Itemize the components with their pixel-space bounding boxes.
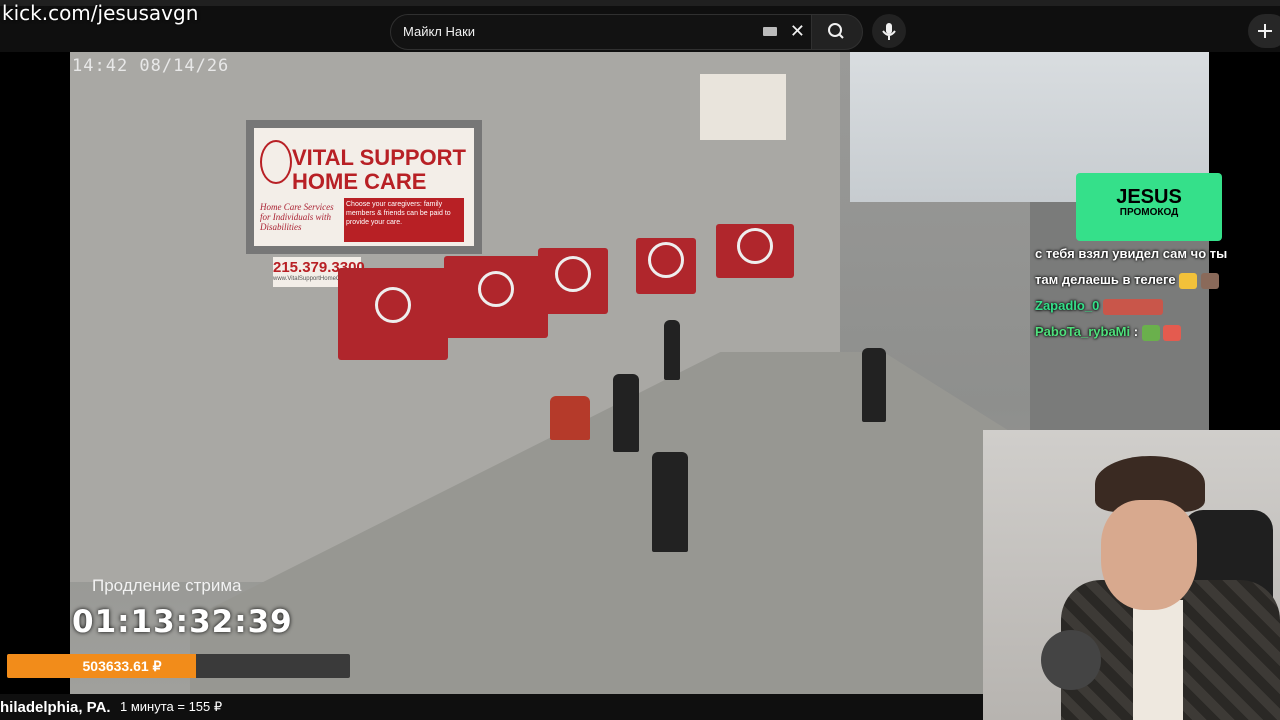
webcam-overlay (983, 430, 1280, 720)
donation-amount: 503633.61 ₽ (82, 658, 162, 674)
chat-text: с тебя взял увидел сам чо ты (1035, 246, 1228, 261)
chat-message: с тебя взял увидел сам чо ты (1035, 244, 1227, 264)
emote-icon (1141, 324, 1160, 341)
microphone-icon (882, 23, 896, 40)
chat-text: : (1133, 324, 1139, 339)
create-button[interactable] (1248, 14, 1280, 48)
promo-badge: JESUS ПРОМОКОД (1076, 173, 1222, 241)
emote-icon (1179, 272, 1198, 289)
house-logo-icon (260, 140, 292, 184)
awning (716, 224, 794, 278)
chat-username: PaboTa_rybaMi (1035, 324, 1131, 339)
sign-note: Choose your caregivers: family members &… (344, 198, 464, 242)
url-overlay: kick.com/jesusavgn (2, 1, 199, 25)
search-input[interactable]: Майкл Наки (403, 24, 475, 39)
chat-username: Zapadlo_0 (1035, 298, 1100, 313)
chat-message: там делаешь в телеге (1035, 270, 1219, 290)
microphone (1041, 630, 1101, 690)
promo-title: JESUS (1116, 186, 1182, 208)
voice-search-button[interactable] (872, 14, 906, 48)
promo-subtitle: ПРОМОКОД (1119, 207, 1179, 218)
search-button[interactable] (811, 14, 863, 50)
chat-message: Zapadlo_0 (1035, 296, 1215, 316)
pedestrian (862, 348, 886, 422)
awning (636, 238, 696, 294)
pedestrian (613, 374, 639, 452)
awning (444, 256, 548, 338)
create-icon (1258, 24, 1272, 38)
donation-progress-bar: 503633.61 ₽ (7, 654, 350, 678)
emote-icon (1163, 324, 1182, 341)
emote-icon (1200, 272, 1219, 289)
chat-overlay: с тебя взял увидел сам чо ты там делаешь… (1035, 244, 1227, 348)
pedestrian (550, 396, 590, 440)
awning (538, 248, 608, 314)
awning (338, 268, 448, 360)
streamer-shirt (1133, 600, 1183, 720)
pedestrian (664, 320, 680, 380)
pedestrian (652, 452, 688, 552)
clear-icon[interactable]: ✕ (790, 21, 805, 42)
keyboard-icon[interactable] (763, 27, 777, 36)
camera-timestamp: 14:42 08/14/26 (72, 56, 230, 76)
chat-message: PaboTa_rybaMi : (1035, 322, 1215, 342)
sign-tagline: Home Care Services for Individuals with … (260, 202, 334, 232)
rate-label: 1 минута = 155 ₽ (120, 699, 223, 714)
emote-icon (1102, 298, 1163, 315)
search-box[interactable]: Майкл Наки ✕ (390, 14, 812, 50)
chat-text: там делаешь в телеге (1035, 272, 1176, 287)
vital-support-sign: VITAL SUPPORT HOME CARE Home Care Servic… (246, 120, 482, 254)
shop-sign (700, 74, 786, 140)
extension-label: Продление стрима (92, 576, 242, 595)
sign-title: VITAL SUPPORT HOME CARE (292, 145, 466, 194)
location-label: hiladelphia, PA. (0, 699, 111, 716)
streamer-face (1101, 500, 1197, 610)
stream-timer: 01:13:32:39 (72, 604, 293, 640)
search-icon (828, 23, 844, 39)
